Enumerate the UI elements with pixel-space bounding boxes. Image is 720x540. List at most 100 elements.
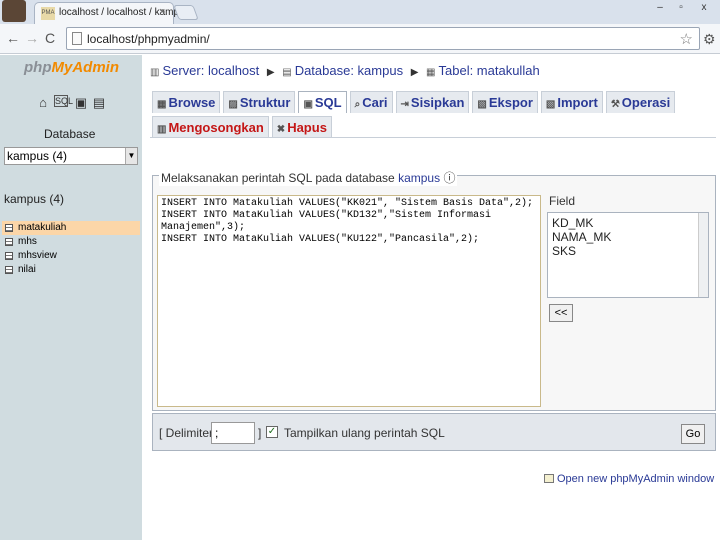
table-icon [5,224,13,232]
database-label: Database [44,127,96,141]
docs-icon[interactable]: ▤ [92,95,106,111]
breadcrumb-separator-icon: ▶ [266,67,275,78]
tab-label: Import [557,95,598,110]
tab-label: Mengosongkan [168,120,264,135]
tab-label: Hapus [287,120,327,135]
tab-browse[interactable]: ▦ Browse [152,91,221,113]
table-item-label: nilai [18,264,36,275]
insert-icon: ⇥ [400,99,409,110]
tab-import[interactable]: ▧ Import [540,91,603,113]
logo-prefix: php [24,59,52,76]
new-window-label: Open new phpMyAdmin window [557,473,715,485]
forward-icon[interactable]: → [25,30,39,46]
sql-icon: ▣ [303,99,313,110]
sql-legend-db-link[interactable]: kampus [398,171,440,185]
close-window-button[interactable]: x [694,1,714,15]
browse-icon: ▦ [157,99,167,110]
database-select-value: kampus (4) [7,149,68,163]
database-select[interactable]: kampus (4) ▼ [4,147,138,165]
main-frame: ▥ Server: localhost ▶ ▤ Database: kampus ▶… [146,55,720,540]
show-query-checkbox[interactable]: ✓ [266,426,278,438]
tab-mengosongkan[interactable]: ▥ Mengosongkan [152,116,269,138]
table-icon [5,238,13,246]
chevron-down-icon[interactable]: ▼ [125,148,137,164]
back-icon[interactable]: ← [6,30,20,46]
sql-icon[interactable]: SQL [54,95,73,107]
table-item-mhs[interactable]: mhs [2,235,140,249]
server-icon: ▥ [150,67,160,78]
docs-icon[interactable]: ⓘ [443,171,455,185]
tab-label: Cari [362,95,388,110]
tab-label: Operasi [621,95,671,110]
field-option[interactable]: NAMA_MK [552,230,704,244]
new-tab-button[interactable] [173,5,199,20]
tab-label: Sisipkan [410,95,465,110]
tab-label: Browse [168,95,216,110]
breadcrumb-table[interactable]: Tabel: matakullah [439,63,540,78]
navigation-frame: phpMyAdmin ⌂ SQL ▣ ▤ Database kampus (4)… [0,55,142,540]
browser-toolbar: ← → C localhost/phpmyadmin/ ☆ ⚙ [0,24,720,54]
delimiter-input[interactable]: ; [211,422,255,444]
new-window-link[interactable]: Open new phpMyAdmin window [544,473,714,485]
table-item-matakuliah[interactable]: matakuliah [2,221,140,235]
table-item-mhsview[interactable]: mhsview [2,249,140,263]
tab-close-icon[interactable]: × [159,6,165,18]
tab-sisipkan[interactable]: ⇥ Sisipkan [395,91,470,113]
tab-sql[interactable]: ▣ SQL [298,91,347,113]
tab-row-primary: ▦ Browse ▨ Struktur ▣ SQL ⌕ Cari ⇥ Sisipkan ▧ Ekspo… [152,91,678,113]
user-avatar[interactable] [2,0,26,22]
sql-query-textarea[interactable]: INSERT INTO Matakuliah VALUES("KK021", "… [157,195,541,407]
phpmyadmin-logo[interactable]: phpMyAdmin [24,59,119,76]
query-icon[interactable]: ▣ [74,95,88,111]
breadcrumb: ▥ Server: localhost ▶ ▤ Database: kampus ▶… [150,63,540,78]
tab-hapus[interactable]: ✖ Hapus [271,116,332,138]
bookmark-star-icon[interactable]: ☆ [680,30,693,48]
table-item-label: matakuliah [18,222,67,233]
sql-legend-text: Melaksanakan perintah SQL pada database [161,171,395,185]
field-label: Field [549,194,576,208]
breadcrumb-separator-icon: ▶ [410,67,419,78]
go-button[interactable]: Go [681,424,705,444]
insert-field-button[interactable]: << [549,304,573,322]
structure-icon: ▨ [228,99,238,110]
browser-tab[interactable]: PMA localhost / localhost / kampus × [34,2,190,24]
database-heading[interactable]: kampus (4) [4,192,64,206]
sql-query-fieldset: Melaksanakan perintah SQL pada database … [152,169,716,411]
tab-label: Struktur [239,95,291,110]
field-listbox[interactable]: KD_MK NAMA_MK SKS [547,212,709,298]
drop-icon: ✖ [276,124,286,135]
address-bar[interactable]: localhost/phpmyadmin/ ☆ [66,27,700,50]
page-icon [72,32,82,45]
wrench-icon[interactable]: ⚙ [703,31,716,48]
home-icon[interactable]: ⌂ [36,95,50,110]
breadcrumb-database[interactable]: Database: kampus [295,63,403,78]
url-text[interactable]: localhost/phpmyadmin/ [87,32,210,46]
minimize-button[interactable]: – [650,1,670,15]
sql-options-bar: [ Delimiter ; ] ✓ Tampilkan ulang perint… [152,413,716,451]
operations-icon: ⚒ [610,99,620,110]
breadcrumb-server[interactable]: Server: localhost [162,63,259,78]
sql-legend: Melaksanakan perintah SQL pada database … [159,169,458,186]
table-list: matakuliah mhs mhsview nilai [2,221,140,277]
field-option[interactable]: KD_MK [552,216,704,230]
field-option[interactable]: SKS [552,244,704,258]
table-item-nilai[interactable]: nilai [2,263,140,277]
database-icon: ▤ [282,67,292,78]
field-list-scrollbar[interactable] [698,213,708,297]
tab-cari[interactable]: ⌕ Cari [349,91,393,113]
delimiter-label: [ Delimiter [159,426,214,440]
tab-operasi[interactable]: ⚒ Operasi [605,91,676,113]
table-item-label: mhs [18,236,37,247]
tab-ekspor[interactable]: ▧ Ekspor [472,91,538,113]
tab-label: SQL [314,95,342,110]
maximize-button[interactable]: ▫ [671,1,691,15]
table-icon: ▦ [426,67,436,78]
reload-icon[interactable]: C [45,30,55,46]
table-icon [5,266,13,274]
delimiter-close-bracket: ] [258,426,262,440]
browser-tab-bar: PMA localhost / localhost / kampus × – ▫… [0,0,720,24]
new-window-icon [544,474,554,483]
tab-struktur[interactable]: ▨ Struktur [223,91,296,113]
tab-divider [150,137,716,138]
table-icon [5,252,13,260]
